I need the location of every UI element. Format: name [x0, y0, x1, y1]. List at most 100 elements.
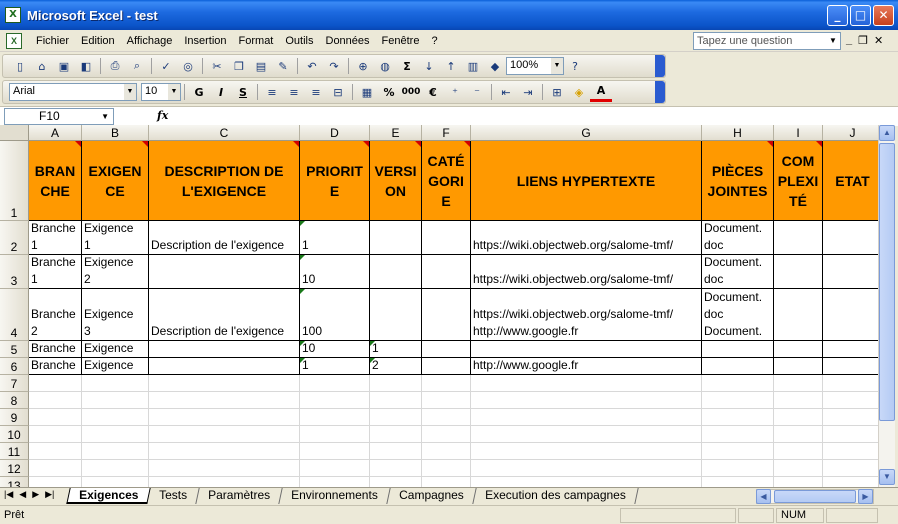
table-cell[interactable]: Description de l'exigence	[149, 221, 300, 255]
table-cell[interactable]: Document. doc	[702, 221, 774, 255]
scroll-down-button[interactable]: ▼	[879, 469, 895, 485]
header-cell-c[interactable]: DESCRIPTION DE L'EXIGENCE	[149, 141, 300, 221]
empty-cell[interactable]	[774, 460, 823, 477]
table-cell[interactable]: Exigence 2	[82, 255, 149, 289]
table-cell[interactable]	[370, 255, 422, 289]
empty-cell[interactable]	[82, 460, 149, 477]
column-header-i[interactable]: I	[774, 125, 823, 141]
doc-close-button[interactable]: ✕	[874, 34, 883, 47]
empty-cell[interactable]	[300, 375, 370, 392]
table-cell[interactable]: Document. doc Document.	[702, 289, 774, 341]
row-header-13[interactable]: 13	[0, 477, 29, 487]
empty-cell[interactable]	[823, 460, 878, 477]
header-cell-i[interactable]: COM PLEXI TÉ	[774, 141, 823, 221]
chevron-down-icon[interactable]: ▼	[101, 109, 109, 124]
chevron-down-icon[interactable]: ▼	[827, 34, 839, 48]
empty-cell[interactable]	[82, 409, 149, 426]
euro-button[interactable]: €	[422, 82, 444, 102]
empty-cell[interactable]	[823, 443, 878, 460]
merge-center-icon[interactable]: ⊟	[327, 82, 349, 102]
empty-cell[interactable]	[422, 477, 471, 487]
align-center-icon[interactable]: ≡	[283, 82, 305, 102]
first-sheet-icon[interactable]: |◀	[4, 489, 13, 500]
horizontal-scroll-thumb[interactable]	[774, 490, 856, 503]
table-cell[interactable]	[823, 255, 878, 289]
fill-color-icon[interactable]: ◈	[568, 82, 590, 102]
table-cell[interactable]: https://wiki.objectweb.org/salome-tmf/ht…	[471, 289, 702, 341]
menu-edition[interactable]: Edition	[75, 35, 121, 47]
empty-cell[interactable]	[300, 460, 370, 477]
autosum-icon[interactable]: Σ	[396, 56, 418, 76]
zoom-select[interactable]: 100% ▼	[506, 57, 564, 75]
spelling-icon[interactable]: ✓	[155, 56, 177, 76]
empty-cell[interactable]	[29, 460, 82, 477]
table-cell[interactable]	[774, 358, 823, 375]
empty-cell[interactable]	[774, 477, 823, 487]
font-size-select[interactable]: 10 ▼	[141, 83, 181, 101]
empty-cell[interactable]	[471, 477, 702, 487]
empty-cell[interactable]	[823, 409, 878, 426]
empty-cell[interactable]	[82, 477, 149, 487]
name-box[interactable]: F10 ▼	[4, 108, 114, 125]
chevron-down-icon[interactable]: ▼	[124, 84, 136, 100]
chevron-down-icon[interactable]: ▼	[168, 84, 180, 100]
header-cell-e[interactable]: VERSI ON	[370, 141, 422, 221]
copy-icon[interactable]: ❐	[228, 56, 250, 76]
empty-cell[interactable]	[774, 443, 823, 460]
table-cell[interactable]	[823, 358, 878, 375]
table-cell[interactable]	[823, 341, 878, 358]
empty-cell[interactable]	[370, 443, 422, 460]
table-cell[interactable]: Exigence 1	[82, 221, 149, 255]
empty-cell[interactable]	[29, 443, 82, 460]
toolbar-options-handle[interactable]	[655, 81, 665, 103]
doc-minimize-button[interactable]: _	[846, 34, 852, 47]
insert-hyperlink-icon[interactable]: ⊕	[352, 56, 374, 76]
row-header-5[interactable]: 5	[0, 341, 29, 358]
menu-fichier[interactable]: Fichier	[30, 35, 75, 47]
table-cell[interactable]: Branche 1	[29, 221, 82, 255]
format-painter-icon[interactable]: ✎	[272, 56, 294, 76]
row-header-2[interactable]: 2	[0, 221, 29, 255]
empty-cell[interactable]	[300, 477, 370, 487]
empty-cell[interactable]	[823, 392, 878, 409]
table-cell[interactable]: 1	[300, 221, 370, 255]
empty-cell[interactable]	[149, 392, 300, 409]
toolbar-options-handle[interactable]	[655, 55, 665, 77]
align-right-icon[interactable]: ≡	[305, 82, 327, 102]
empty-cell[interactable]	[29, 375, 82, 392]
empty-cell[interactable]	[149, 375, 300, 392]
table-cell[interactable]	[471, 341, 702, 358]
table-cell[interactable]: Branche 2	[29, 289, 82, 341]
vertical-scrollbar[interactable]: ▲ ▼	[878, 125, 895, 487]
row-header-6[interactable]: 6	[0, 358, 29, 375]
tab-environnements[interactable]: Environnements	[279, 488, 391, 504]
table-cell[interactable]: Branche	[29, 341, 82, 358]
help-icon[interactable]: ?	[564, 56, 586, 76]
increase-decimal-icon[interactable]: ⁺	[444, 82, 466, 102]
column-header-j[interactable]: J	[823, 125, 878, 141]
menu-donnees[interactable]: Données	[320, 35, 376, 47]
font-name-select[interactable]: Arial ▼	[9, 83, 137, 101]
table-cell[interactable]	[774, 255, 823, 289]
tab-param-tres[interactable]: Paramètres	[196, 488, 284, 504]
table-cell[interactable]: https://wiki.objectweb.org/salome-tmf/	[471, 221, 702, 255]
next-sheet-icon[interactable]: ▶	[32, 489, 39, 500]
menu-outils[interactable]: Outils	[279, 35, 319, 47]
italic-button[interactable]: I	[210, 82, 232, 102]
header-cell-a[interactable]: BRAN CHE	[29, 141, 82, 221]
scroll-left-button[interactable]: ◀	[756, 489, 771, 504]
tab-exigences[interactable]: Exigences	[66, 488, 152, 504]
header-cell-b[interactable]: EXIGEN CE	[82, 141, 149, 221]
table-cell[interactable]	[370, 221, 422, 255]
menu-format[interactable]: Format	[233, 35, 280, 47]
empty-cell[interactable]	[702, 443, 774, 460]
table-cell[interactable]: 1	[300, 358, 370, 375]
insert-function-icon[interactable]: fx	[157, 109, 168, 122]
formula-input[interactable]	[175, 108, 896, 125]
percent-button[interactable]: %	[378, 82, 400, 102]
increase-indent-icon[interactable]: ⇥	[517, 82, 539, 102]
empty-cell[interactable]	[149, 477, 300, 487]
empty-cell[interactable]	[82, 426, 149, 443]
empty-cell[interactable]	[422, 409, 471, 426]
empty-cell[interactable]	[471, 443, 702, 460]
